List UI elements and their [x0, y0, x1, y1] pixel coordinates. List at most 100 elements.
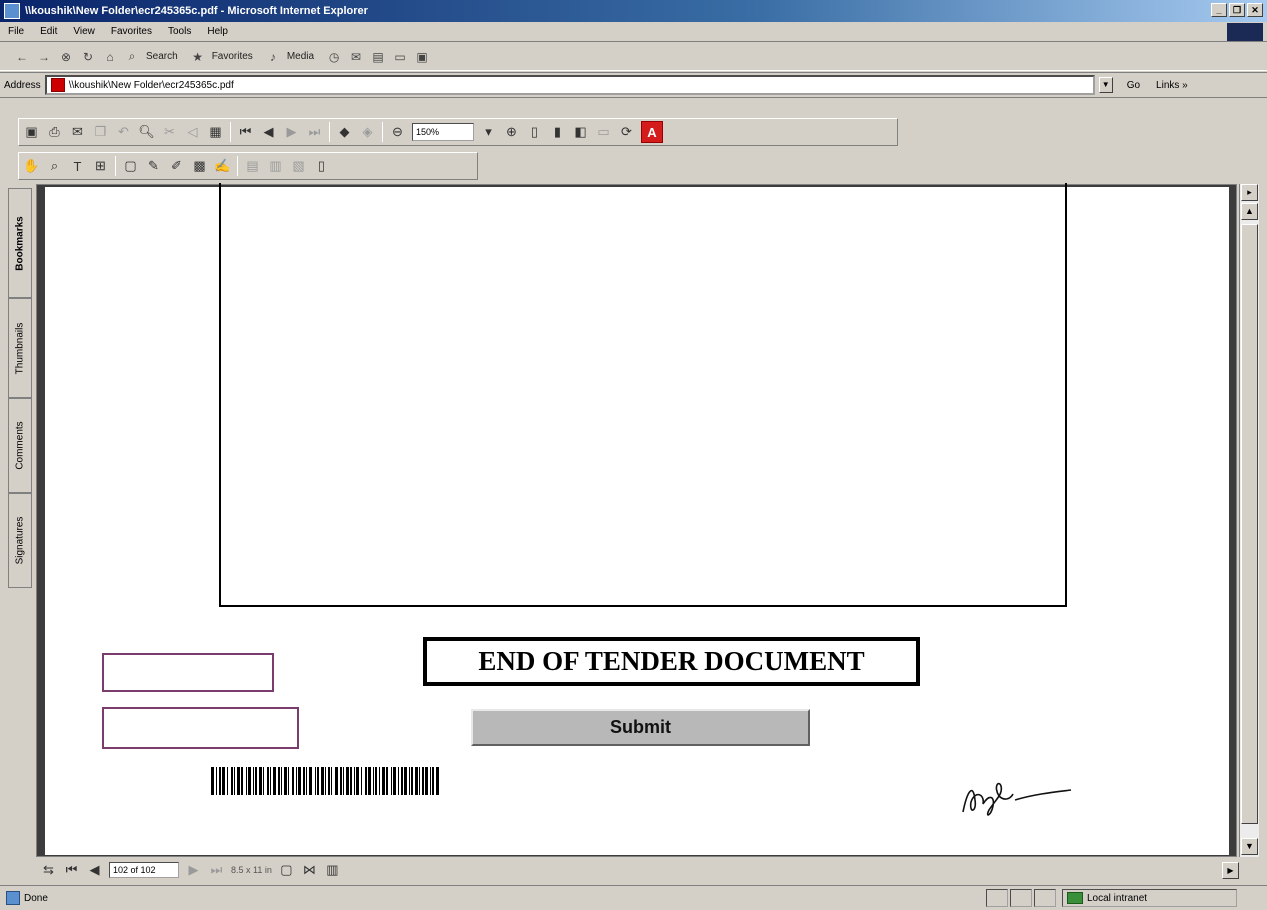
previous-page-icon[interactable]: ◀	[86, 862, 103, 879]
close-button[interactable]: ✕	[1247, 3, 1263, 17]
save-icon[interactable]: ▣	[23, 124, 40, 141]
toolbar-separator	[230, 122, 231, 142]
maximize-button[interactable]: ❐	[1229, 3, 1245, 17]
fit-page-view-icon[interactable]: ▮	[549, 124, 566, 141]
document-pane[interactable]: END OF TENDER DOCUMENT Submit	[36, 183, 1237, 857]
page-layout-icon[interactable]: ⇆	[40, 862, 57, 879]
single-page-icon[interactable]: ▢	[278, 862, 295, 879]
go-button[interactable]: Go	[1127, 80, 1140, 91]
address-label: Address	[4, 79, 41, 91]
copy-icon[interactable]: ❐	[92, 124, 109, 141]
first-page-icon[interactable]: ⏮	[63, 862, 80, 879]
search-button[interactable]: Search	[146, 51, 178, 62]
print-icon[interactable]: ⎙	[46, 124, 63, 141]
menu-tools[interactable]: Tools	[160, 26, 199, 37]
scrollbar-thumb[interactable]	[1241, 224, 1258, 824]
minimize-button[interactable]: _	[1211, 3, 1227, 17]
sign-tool-icon[interactable]: ✍	[214, 158, 231, 175]
document-icon[interactable]: ▯	[313, 158, 330, 175]
scroll-up-icon[interactable]: ▲	[1241, 203, 1258, 220]
media-icon[interactable]: ♪	[265, 49, 281, 65]
text-select-icon[interactable]: T	[69, 158, 86, 175]
fit-page-icon[interactable]: ▦	[207, 124, 224, 141]
tab-signatures-label: Signatures	[14, 516, 26, 565]
adobe-acrobat-icon[interactable]: A	[641, 121, 663, 143]
menu-help[interactable]: Help	[199, 26, 236, 37]
tab-comments[interactable]: Comments	[8, 398, 32, 493]
refresh-icon[interactable]: ↻	[80, 49, 96, 65]
split-view-icon[interactable]: ▸	[1241, 184, 1258, 201]
status-bar: Done Local intranet	[0, 885, 1267, 910]
find-icon[interactable]: 🔍︎	[138, 124, 155, 141]
favorites-button[interactable]: Favorites	[212, 51, 253, 62]
page-back-icon[interactable]: ◁	[184, 124, 201, 141]
actual-size-icon[interactable]: ▯	[526, 124, 543, 141]
zoom-out-icon[interactable]: ⊖	[389, 124, 406, 141]
toolbar-separator	[237, 156, 238, 176]
menu-file[interactable]: File	[0, 26, 32, 37]
menu-favorites[interactable]: Favorites	[103, 26, 160, 37]
home-icon[interactable]: ⌂	[102, 49, 118, 65]
submit-button[interactable]: Submit	[471, 709, 810, 746]
stop-icon[interactable]: ⊗	[58, 49, 74, 65]
fit-visible-icon[interactable]: ▭	[595, 124, 612, 141]
end-of-document-title: END OF TENDER DOCUMENT	[423, 637, 920, 686]
address-bar: Address \\koushik\New Folder\ecr245365c.…	[0, 72, 1267, 98]
forward-icon[interactable]: →	[36, 49, 52, 65]
vertical-scrollbar[interactable]: ▸ ▲ ▼	[1239, 184, 1259, 857]
undo-icon[interactable]: ↶	[115, 124, 132, 141]
media-button[interactable]: Media	[287, 51, 314, 62]
zoom-tool-icon[interactable]: ⌕	[46, 158, 63, 175]
zoom-level-field[interactable]: 150%	[412, 123, 474, 141]
first-page-icon[interactable]: ⏮	[237, 124, 254, 141]
previous-view-icon[interactable]: ◆	[336, 124, 353, 141]
standard-toolbar: ← → ⊗ ↻ ⌂ ⌕ Search ★ Favorites ♪ Media ◷…	[0, 43, 1267, 71]
discuss-icon[interactable]: ▣	[414, 49, 430, 65]
page-number-field[interactable]: 102 of 102	[109, 862, 179, 878]
last-page-icon[interactable]: ⏭	[306, 124, 323, 141]
review-icon[interactable]: ▤	[244, 158, 261, 175]
links-button[interactable]: Links »	[1156, 80, 1188, 91]
facing-icon[interactable]: ▥	[324, 862, 341, 879]
continuous-icon[interactable]: ⋈	[301, 862, 318, 879]
zoom-in-icon[interactable]: ⊕	[503, 124, 520, 141]
mail-icon[interactable]: ✉	[348, 49, 364, 65]
form-text-field[interactable]	[102, 653, 274, 692]
zoom-dropdown-icon[interactable]: ▾	[480, 124, 497, 141]
print-icon[interactable]: ▤	[370, 49, 386, 65]
back-icon[interactable]: ←	[14, 49, 30, 65]
email-icon[interactable]: ✉	[69, 124, 86, 141]
form-text-field[interactable]	[102, 707, 299, 749]
history-icon[interactable]: ◷	[326, 49, 342, 65]
zone-label: Local intranet	[1087, 892, 1148, 904]
scroll-down-icon[interactable]: ▼	[1241, 838, 1258, 855]
stamp-tool-icon[interactable]: ▩	[191, 158, 208, 175]
tab-thumbnails[interactable]: Thumbnails	[8, 298, 32, 398]
last-page-icon[interactable]: ⏭	[208, 862, 225, 879]
attach-icon[interactable]: ▥	[267, 158, 284, 175]
cut-icon[interactable]: ✂	[161, 124, 178, 141]
favorites-icon[interactable]: ★	[190, 49, 206, 65]
search-icon[interactable]: ⌕	[124, 49, 140, 65]
edit-icon[interactable]: ▭	[392, 49, 408, 65]
previous-page-icon[interactable]: ◀	[260, 124, 277, 141]
next-view-icon[interactable]: ◈	[359, 124, 376, 141]
hand-tool-icon[interactable]: ✋	[23, 158, 40, 175]
highlight-tool-icon[interactable]: ✐	[168, 158, 185, 175]
graphics-select-icon[interactable]: ⊞	[92, 158, 109, 175]
scroll-right-icon[interactable]: ▶	[1222, 862, 1239, 879]
rotate-icon[interactable]: ⟳	[618, 124, 635, 141]
pencil-tool-icon[interactable]: ✎	[145, 158, 162, 175]
note-tool-icon[interactable]: ▢	[122, 158, 139, 175]
tab-bookmarks[interactable]: Bookmarks	[8, 188, 32, 298]
next-page-icon[interactable]: ▶	[283, 124, 300, 141]
handwritten-signature	[962, 782, 1072, 816]
address-input[interactable]: \\koushik\New Folder\ecr245365c.pdf	[44, 75, 1095, 95]
tab-signatures[interactable]: Signatures	[8, 493, 32, 588]
next-page-icon[interactable]: ▶	[185, 862, 202, 879]
address-dropdown-icon[interactable]: ▼	[1098, 77, 1113, 93]
menu-edit[interactable]: Edit	[32, 26, 65, 37]
form-icon[interactable]: ▧	[290, 158, 307, 175]
fit-width-icon[interactable]: ◧	[572, 124, 589, 141]
menu-view[interactable]: View	[65, 26, 103, 37]
